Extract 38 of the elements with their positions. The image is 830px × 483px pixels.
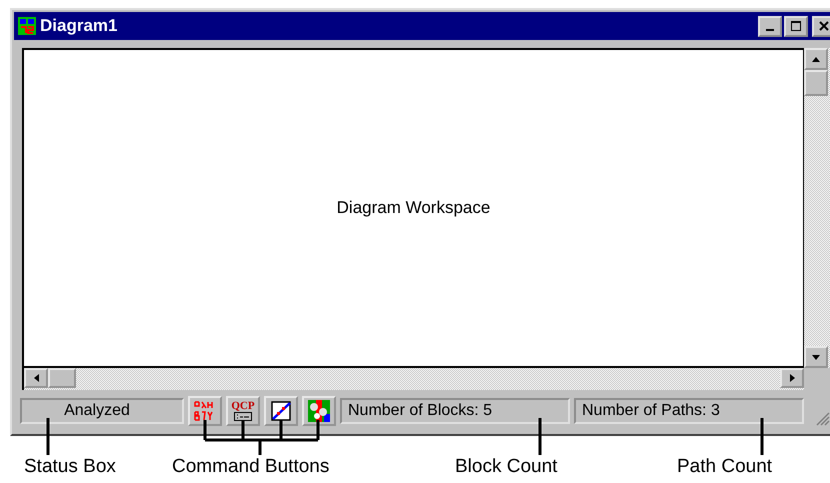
scroll-right-button[interactable] xyxy=(780,368,804,388)
annotation-label: Status Box xyxy=(24,456,116,478)
maximize-button[interactable] xyxy=(784,16,808,36)
horizontal-scrollbar[interactable] xyxy=(22,368,804,390)
up-arrow-icon xyxy=(812,56,820,62)
close-button[interactable] xyxy=(812,16,830,36)
left-arrow-icon xyxy=(34,374,38,382)
window-title: Diagram1 xyxy=(40,16,118,36)
scroll-thumb[interactable] xyxy=(48,368,76,388)
minimize-button[interactable] xyxy=(758,16,782,36)
minimize-icon xyxy=(766,29,774,31)
close-icon xyxy=(819,21,829,31)
annotation-label: Block Count xyxy=(455,456,558,478)
command-button[interactable]: QCP xyxy=(226,396,260,426)
maximize-icon xyxy=(791,21,801,31)
path-count: Number of Paths: 3 xyxy=(574,398,804,424)
plot-icon xyxy=(270,400,292,422)
block-count: Number of Blocks: 5 xyxy=(340,398,570,424)
scroll-thumb[interactable] xyxy=(804,70,828,96)
workspace-label: Diagram Workspace xyxy=(336,198,490,218)
status-box: Analyzed xyxy=(20,398,184,424)
scroll-up-button[interactable] xyxy=(804,48,828,70)
down-arrow-icon xyxy=(812,354,820,360)
command-button[interactable] xyxy=(302,396,336,426)
leader-line xyxy=(46,418,50,455)
diagram-workspace[interactable]: Diagram Workspace xyxy=(22,48,804,368)
scroll-down-button[interactable] xyxy=(804,346,828,368)
dice-icon xyxy=(308,400,330,422)
leader-line xyxy=(538,418,542,455)
card-icon xyxy=(234,412,252,421)
command-button[interactable] xyxy=(264,396,298,426)
annotation-label: Command Buttons xyxy=(172,456,330,478)
vertical-scrollbar[interactable] xyxy=(804,48,830,368)
annotation-label: Path Count xyxy=(677,456,772,478)
leader-line xyxy=(760,418,764,455)
app-icon xyxy=(18,17,36,35)
right-arrow-icon xyxy=(790,374,794,382)
scroll-left-button[interactable] xyxy=(24,368,48,388)
